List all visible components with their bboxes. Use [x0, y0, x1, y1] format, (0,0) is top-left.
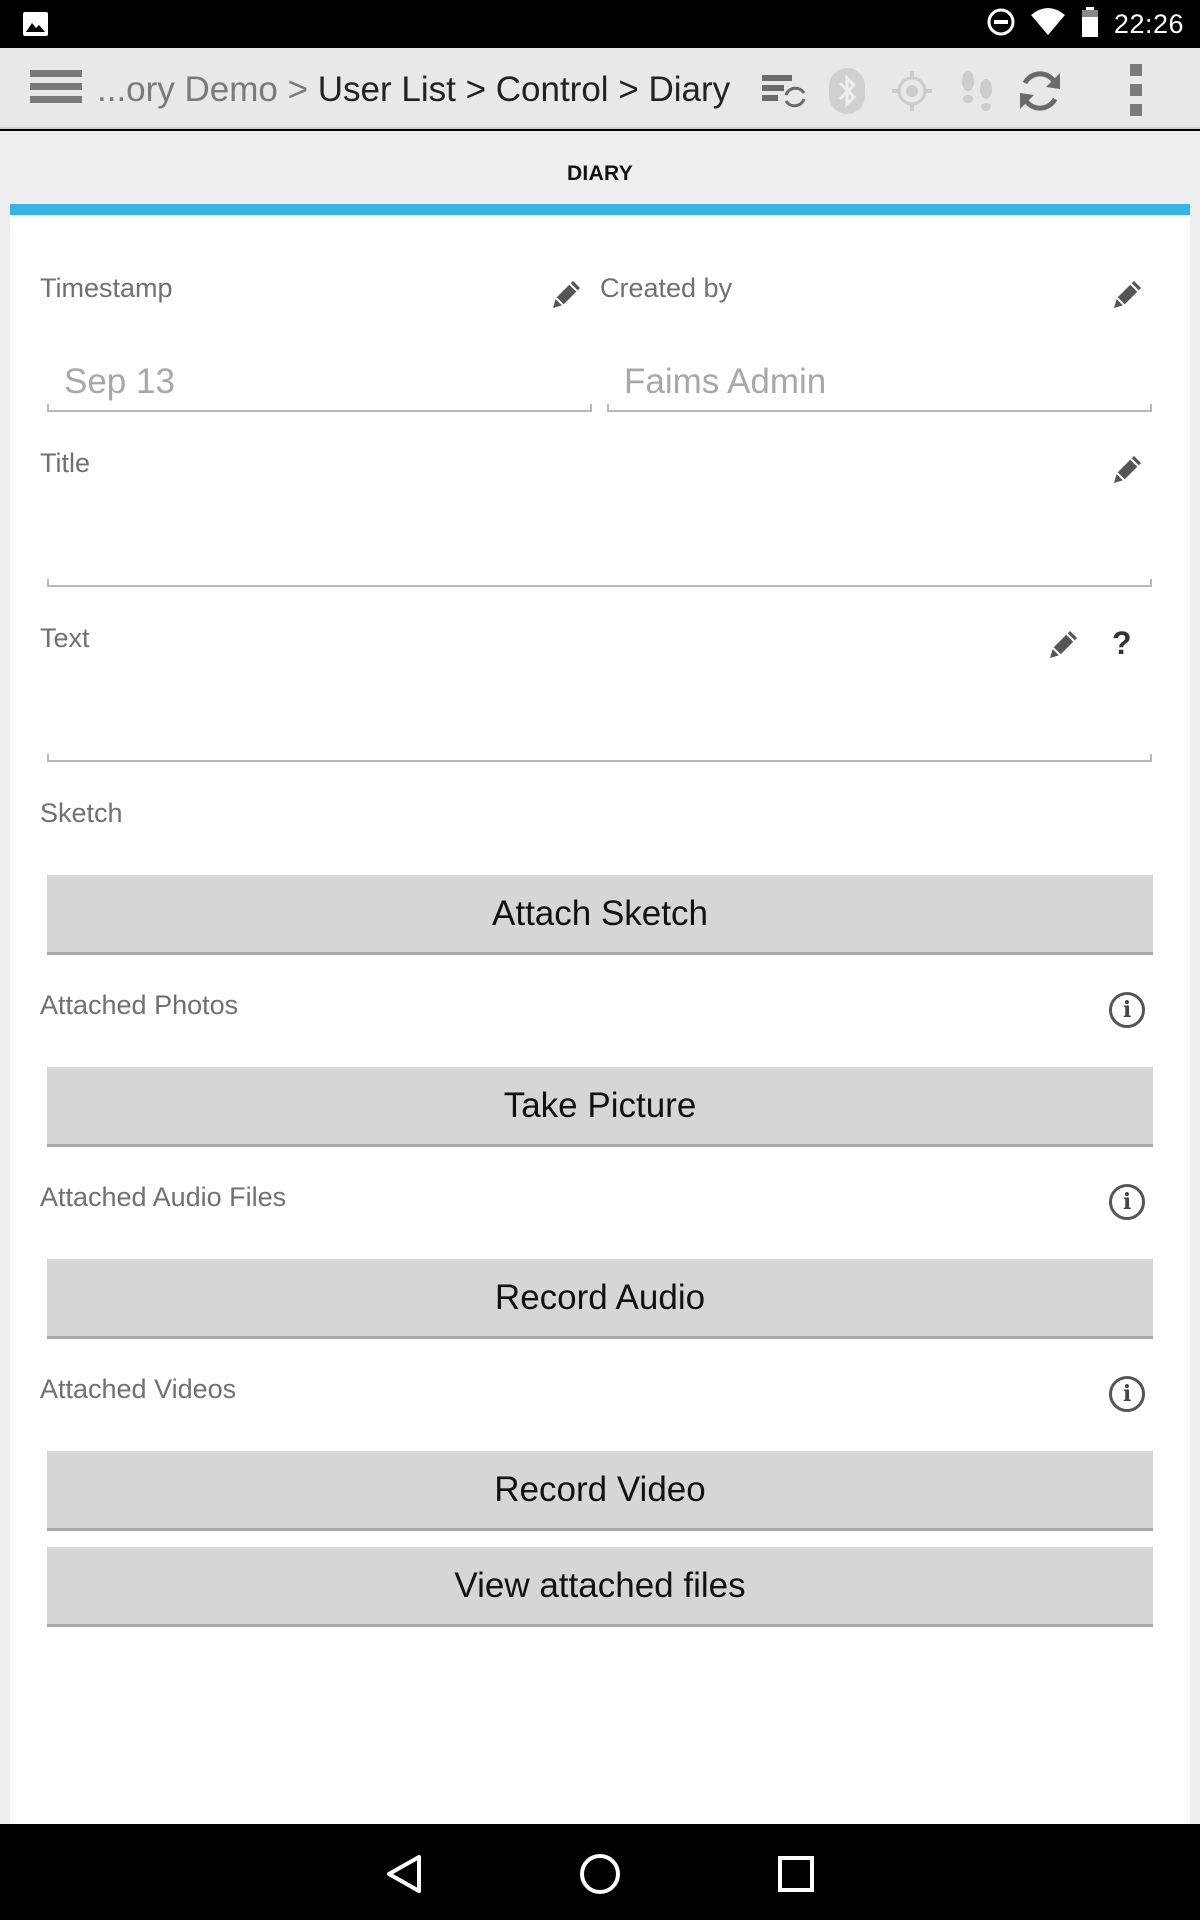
tracking-icon[interactable]: [952, 66, 1002, 116]
menu-icon[interactable]: [30, 70, 82, 110]
sync-status-icon[interactable]: [758, 66, 808, 116]
breadcrumb-current[interactable]: User List > Control > Diary: [318, 70, 730, 109]
created-by-label: Created by: [600, 273, 733, 303]
tab-indicator: [10, 204, 1190, 215]
back-icon[interactable]: [380, 1850, 428, 1898]
pencil-icon[interactable]: [1046, 626, 1082, 662]
title-label: Title: [40, 448, 91, 478]
pencil-icon[interactable]: [1110, 276, 1146, 312]
tab-diary[interactable]: DIARY: [0, 162, 1200, 186]
info-icon[interactable]: i: [1109, 992, 1145, 1028]
overflow-menu-icon[interactable]: [1124, 64, 1148, 120]
action-bar: ...ory Demo > User List > Control > Diar…: [0, 48, 1200, 129]
record-audio-button[interactable]: Record Audio: [47, 1259, 1153, 1339]
created-by-underline: [607, 404, 1152, 412]
bluetooth-icon[interactable]: [822, 66, 872, 116]
recents-icon[interactable]: [772, 1850, 820, 1898]
title-underline: [47, 579, 1152, 587]
battery-icon: [1080, 6, 1100, 43]
info-icon[interactable]: i: [1109, 1184, 1145, 1220]
sketch-label: Sketch: [40, 798, 123, 828]
timestamp-underline: [47, 404, 592, 412]
image-icon: [22, 11, 49, 42]
tab-strip: DIARY: [0, 131, 1200, 205]
clock: 22:26: [1113, 8, 1184, 39]
help-icon[interactable]: ?: [1112, 625, 1132, 662]
text-label: Text: [40, 623, 90, 653]
pencil-icon[interactable]: [549, 276, 585, 312]
attached-audio-label: Attached Audio Files: [40, 1182, 287, 1212]
attached-photos-label: Attached Photos: [40, 990, 239, 1020]
pencil-icon[interactable]: [1110, 451, 1146, 487]
breadcrumb[interactable]: ...ory Demo > User List > Control > Diar…: [97, 70, 730, 110]
gps-icon[interactable]: [887, 66, 937, 116]
wifi-icon: [1030, 7, 1066, 42]
timestamp-field[interactable]: Sep 13: [64, 362, 175, 402]
do-not-disturb-icon: [986, 7, 1016, 42]
navigation-bar: [0, 1824, 1200, 1920]
text-underline: [47, 754, 1152, 762]
timestamp-label: Timestamp: [40, 273, 173, 303]
take-picture-button[interactable]: Take Picture: [47, 1067, 1153, 1147]
refresh-icon[interactable]: [1015, 66, 1065, 116]
view-attached-files-button[interactable]: View attached files: [47, 1547, 1153, 1627]
info-icon[interactable]: i: [1109, 1376, 1145, 1412]
attach-sketch-button[interactable]: Attach Sketch: [47, 875, 1153, 955]
record-video-button[interactable]: Record Video: [47, 1451, 1153, 1531]
status-bar: 22:26: [0, 0, 1200, 48]
created-by-field[interactable]: Faims Admin: [624, 362, 826, 402]
attached-videos-label: Attached Videos: [40, 1374, 237, 1404]
breadcrumb-faded[interactable]: ...ory Demo >: [97, 70, 318, 109]
home-icon[interactable]: [576, 1850, 624, 1898]
